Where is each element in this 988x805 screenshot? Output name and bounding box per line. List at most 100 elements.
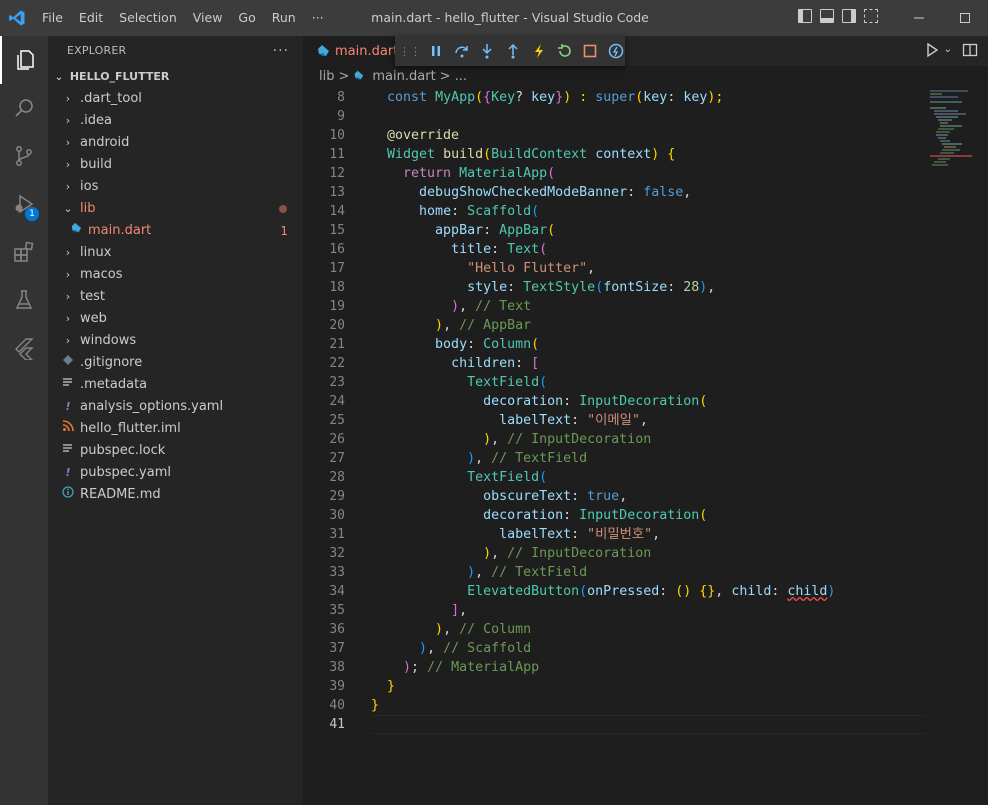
code-token: Column	[483, 337, 532, 352]
code-token: // TextField	[491, 451, 588, 466]
rss-file-icon	[60, 418, 76, 440]
step-out-icon[interactable]	[504, 42, 522, 60]
extensions-icon	[14, 241, 34, 262]
code-line: ), // TextField	[371, 449, 926, 468]
tree-folder[interactable]: › android	[48, 132, 303, 154]
menu-item[interactable]: File	[34, 0, 71, 36]
code-line: labelText: "비밀번호",	[371, 525, 926, 544]
line-number: 31	[329, 527, 345, 542]
explorer-more-actions-icon[interactable]: ···	[273, 36, 289, 66]
flutter-activity-button[interactable]	[0, 324, 48, 372]
code-token: InputDecoration	[579, 394, 700, 409]
toggle-secondary-sidebar-icon[interactable]	[842, 9, 856, 23]
code-token: Scaffold	[467, 204, 532, 219]
tree-file[interactable]: README.md	[48, 484, 303, 506]
code-token: 28	[683, 280, 700, 295]
customize-layout-icon[interactable]	[864, 9, 878, 23]
breadcrumb-item[interactable]: ...	[455, 69, 467, 84]
explorer-activity-button[interactable]	[0, 36, 48, 84]
extensions-activity-button[interactable]	[0, 228, 48, 276]
code-token: );	[707, 90, 724, 105]
open-devtools-icon[interactable]	[607, 42, 625, 60]
tree-file[interactable]: ! analysis_options.yaml	[48, 396, 303, 418]
workspace-folder-name: HELLO_FLUTTER	[69, 70, 170, 83]
step-over-icon[interactable]	[453, 42, 471, 60]
toggle-primary-sidebar-icon[interactable]	[798, 9, 812, 23]
code-token: return	[403, 166, 460, 181]
tree-folder[interactable]: › windows	[48, 330, 303, 352]
window-controls	[896, 0, 988, 36]
workspace-folder-header[interactable]: ⌄ HELLO_FLUTTER	[48, 66, 303, 88]
tree-folder[interactable]: › test	[48, 286, 303, 308]
code-token: "Hello Flutter"	[467, 261, 588, 276]
tree-folder[interactable]: › macos	[48, 264, 303, 286]
line-number: 17	[329, 261, 345, 276]
code-token: ,	[652, 527, 661, 542]
restart-icon[interactable]	[556, 42, 574, 60]
drag-handle-icon[interactable]: ⋮⋮	[399, 42, 421, 60]
tab-main-dart[interactable]: main.dart	[303, 36, 399, 66]
tree-file[interactable]: pubspec.lock	[48, 440, 303, 462]
tree-item-label: ios	[80, 179, 99, 194]
tree-folder[interactable]: › build	[48, 154, 303, 176]
code-token: {}	[699, 584, 716, 599]
chevron-right-icon: ›	[65, 290, 71, 303]
tree-folder[interactable]: › web	[48, 308, 303, 330]
line-number: 24	[329, 394, 345, 409]
tree-item-label: analysis_options.yaml	[80, 399, 224, 414]
source-control-activity-button[interactable]	[0, 132, 48, 180]
breadcrumb-item[interactable]: main.dart	[372, 69, 435, 84]
code-token: ,	[715, 584, 732, 599]
tree-folder[interactable]: › .dart_tool	[48, 88, 303, 110]
explorer-title: EXPLORER	[67, 44, 127, 57]
run-dropdown-chevron-icon[interactable]: ⌄	[944, 42, 952, 62]
toggle-panel-icon[interactable]	[820, 9, 834, 23]
minimap[interactable]	[928, 88, 978, 168]
tree-file[interactable]: main.dart 1	[48, 220, 303, 242]
chevron-right-icon: ›	[65, 268, 71, 281]
tree-folder[interactable]: ⌄ lib	[48, 198, 303, 220]
code-token: build	[443, 147, 484, 162]
code-token: true	[587, 489, 620, 504]
maximize-button[interactable]	[942, 0, 988, 36]
hot-reload-icon[interactable]	[530, 42, 548, 60]
code-line: ), // InputDecoration	[371, 430, 926, 449]
tree-folder[interactable]: › linux	[48, 242, 303, 264]
pause-icon[interactable]	[427, 42, 445, 60]
menu-item[interactable]: View	[185, 0, 231, 36]
code-token: :	[483, 223, 500, 238]
modified-dot-icon	[279, 205, 287, 213]
line-number: 30	[329, 508, 345, 523]
tree-file[interactable]: ! pubspec.yaml	[48, 462, 303, 484]
search-activity-button[interactable]	[0, 84, 48, 132]
menu-item[interactable]: Go	[230, 0, 263, 36]
code-token: body	[435, 337, 468, 352]
layout-controls	[798, 9, 878, 23]
problem-count: 1	[280, 224, 288, 238]
breadcrumb-item[interactable]: lib	[319, 69, 334, 84]
tree-file[interactable]: hello_flutter.iml	[48, 418, 303, 440]
tree-file[interactable]: .metadata	[48, 374, 303, 396]
step-into-icon[interactable]	[479, 42, 497, 60]
menu-item[interactable]: Selection	[111, 0, 185, 36]
debug-toolbar: ⋮⋮	[395, 36, 625, 66]
minimize-button[interactable]	[896, 0, 942, 36]
run-debug-activity-button[interactable]: 1	[0, 180, 48, 228]
tree-file[interactable]: .gitignore	[48, 352, 303, 374]
testing-activity-button[interactable]	[0, 276, 48, 324]
code-token: ,	[683, 185, 692, 200]
code-token: (	[595, 280, 604, 295]
code-token: )	[403, 660, 412, 675]
menu-item[interactable]: Run	[264, 0, 304, 36]
split-editor-icon[interactable]	[962, 42, 978, 62]
tree-folder[interactable]: › ios	[48, 176, 303, 198]
code-line: decoration: InputDecoration(	[371, 506, 926, 525]
tree-item-label: android	[80, 135, 130, 150]
menu-item[interactable]: Edit	[71, 0, 111, 36]
run-icon[interactable]	[924, 42, 940, 62]
stop-icon[interactable]	[582, 42, 600, 60]
code-content[interactable]: const MyApp({Key? key}) : super(key: key…	[371, 88, 926, 734]
tree-folder[interactable]: › .idea	[48, 110, 303, 132]
